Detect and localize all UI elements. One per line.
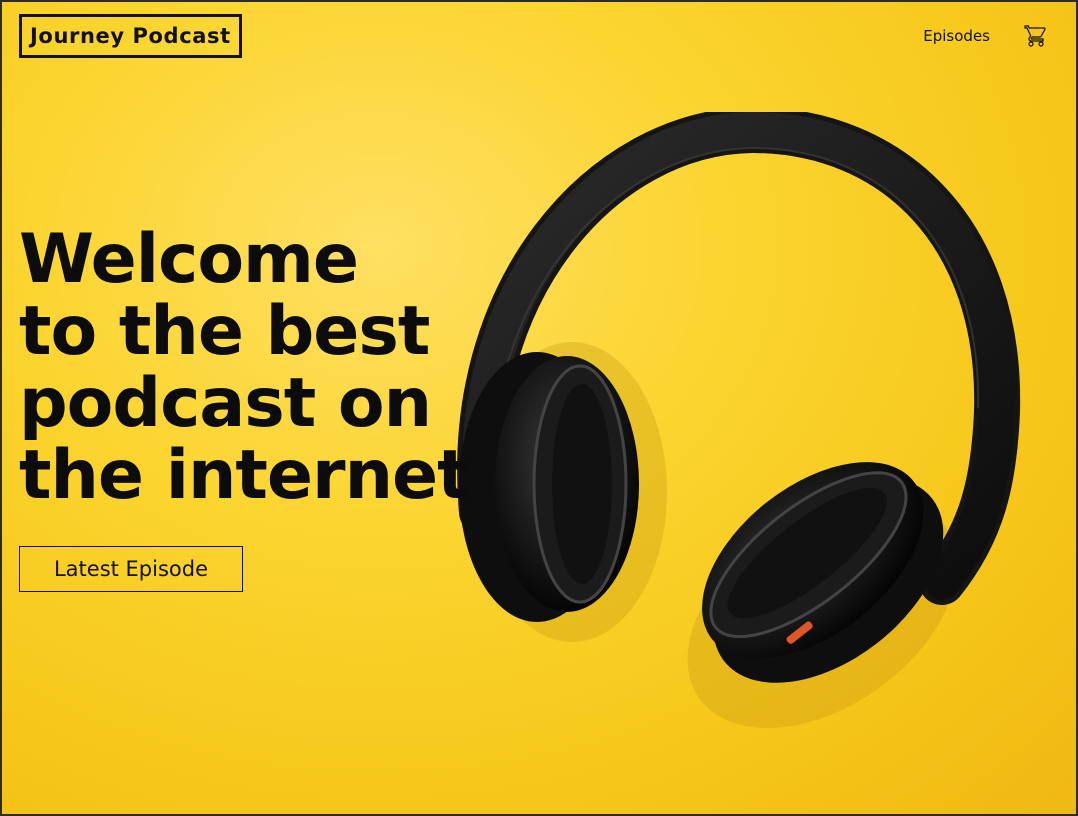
- hero-title-line: podcast on: [19, 364, 432, 443]
- hero-title-line: Welcome: [19, 220, 359, 299]
- headphones-image: [457, 112, 1021, 729]
- cart-icon: [1024, 25, 1046, 47]
- page: Journey Podcast Episodes Welcome to the …: [0, 0, 1078, 816]
- hero: Welcome to the best podcast on the inter…: [19, 220, 470, 515]
- hero-title: Welcome to the best podcast on the inter…: [19, 220, 470, 515]
- top-nav: Episodes: [923, 24, 1048, 48]
- hero-title-line: to the best: [19, 292, 430, 371]
- nav-link-episodes[interactable]: Episodes: [923, 27, 990, 45]
- hero-title-line: the internet: [19, 436, 470, 515]
- latest-episode-button[interactable]: Latest Episode: [19, 546, 243, 592]
- site-logo[interactable]: Journey Podcast: [19, 14, 242, 58]
- cart-button[interactable]: [1024, 24, 1048, 48]
